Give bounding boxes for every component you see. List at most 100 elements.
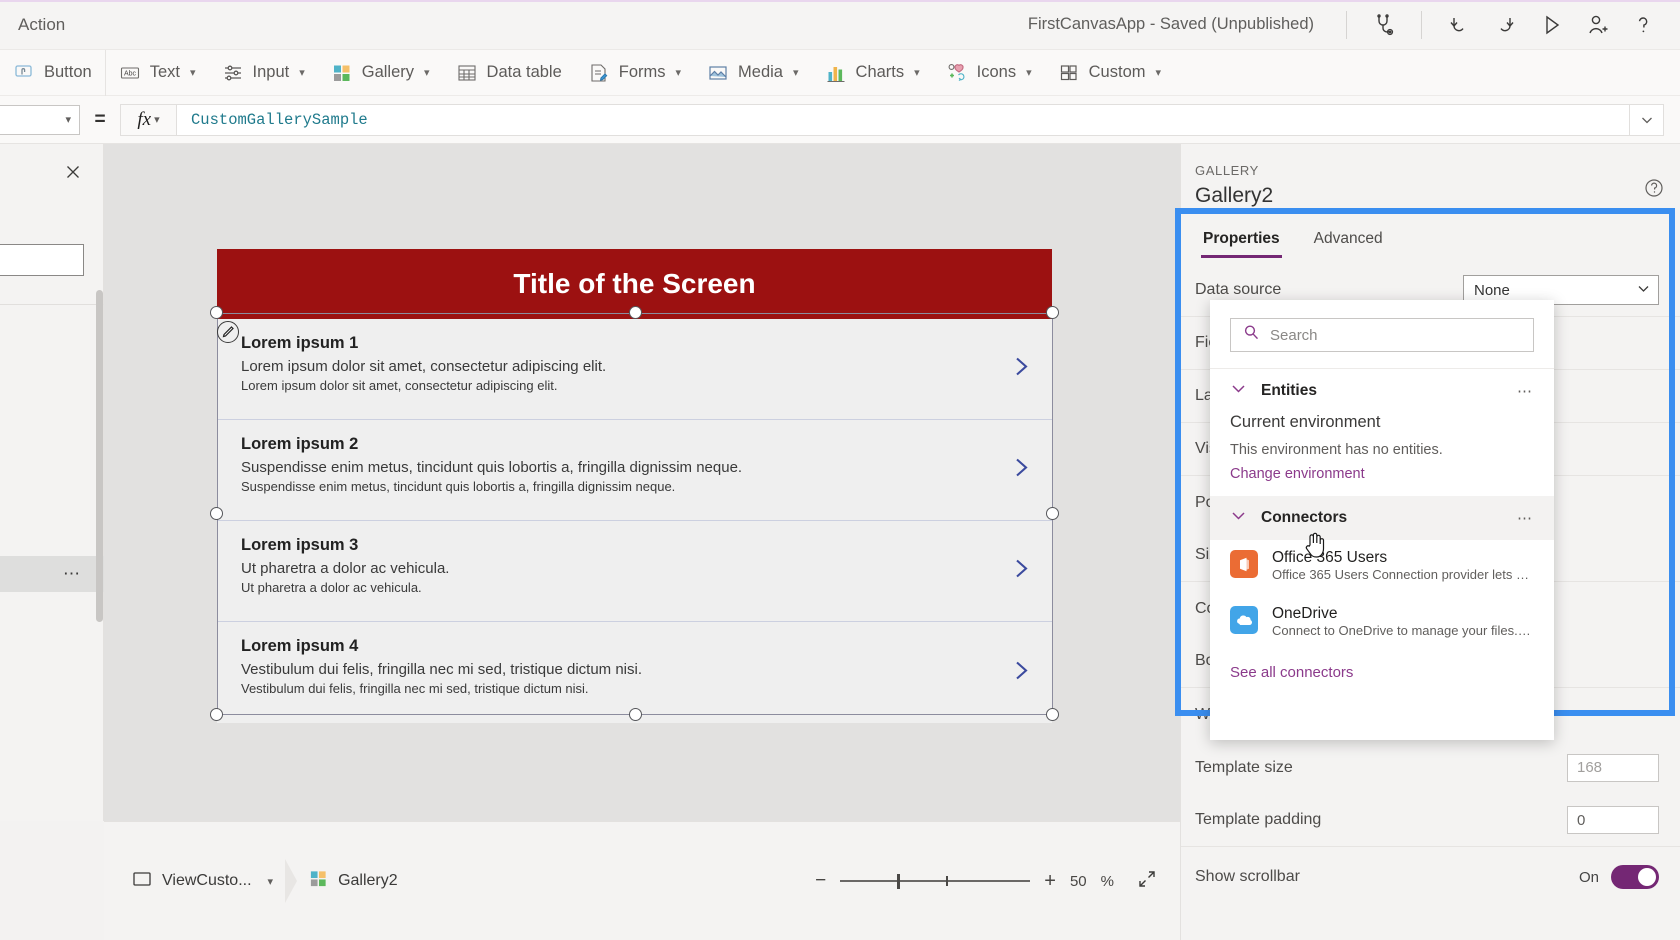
- ribbon-item-media[interactable]: Media ▾: [694, 50, 811, 96]
- ribbon-item-charts[interactable]: Charts ▾: [812, 50, 933, 96]
- input-sliders-icon: [222, 62, 244, 84]
- ribbon-item-forms[interactable]: Forms ▾: [575, 50, 694, 96]
- zoom-slider-rail: [840, 880, 1031, 882]
- resize-handle-bottom-right[interactable]: [1046, 708, 1059, 721]
- divider: [1421, 10, 1422, 39]
- chevron-down-icon: ▾: [914, 67, 920, 79]
- chevron-down-icon: ▾: [1155, 67, 1162, 79]
- ribbon-item-input[interactable]: Input ▾: [209, 50, 318, 96]
- resize-handle-top-right[interactable]: [1046, 306, 1059, 319]
- chevron-down-icon: ▾: [189, 67, 196, 79]
- tab-properties[interactable]: Properties: [1191, 222, 1292, 258]
- canvas-area: Title of the Screen Lorem ipsum 1 Lorem …: [104, 144, 1180, 821]
- chevron-down-icon: [1637, 282, 1650, 299]
- chevron-down-icon[interactable]: ▾: [268, 875, 274, 888]
- entities-heading: Current environment: [1230, 413, 1381, 431]
- overflow-menu-icon[interactable]: ⋯: [1517, 509, 1534, 527]
- divider: [1346, 10, 1347, 39]
- zoom-out-button[interactable]: −: [815, 870, 826, 892]
- resize-handle-bottom-left[interactable]: [210, 708, 223, 721]
- ribbon-item-label: Input: [252, 63, 290, 81]
- zoom-slider[interactable]: [840, 873, 1031, 889]
- panel-tabs: Properties Advanced: [1191, 222, 1395, 258]
- ribbon-item-label: Media: [738, 63, 783, 81]
- ribbon-item-custom[interactable]: Custom ▾: [1045, 50, 1174, 96]
- see-all-connectors-link[interactable]: See all connectors: [1210, 652, 1554, 681]
- zoom-slider-thumb[interactable]: [897, 873, 901, 889]
- help-icon[interactable]: [1642, 176, 1666, 200]
- resize-handle-middle-right[interactable]: [1046, 507, 1059, 520]
- resize-handle-top-left[interactable]: [210, 306, 223, 319]
- gallery-control[interactable]: Lorem ipsum 1 Lorem ipsum dolor sit amet…: [217, 319, 1052, 723]
- redo-icon[interactable]: [1482, 2, 1528, 48]
- ribbon-item-data-table[interactable]: Data table: [443, 50, 575, 96]
- gallery-item-title: Lorem ipsum 2: [241, 435, 359, 453]
- flyout-group-connectors[interactable]: Connectors ⋯: [1210, 496, 1554, 540]
- connector-item-office365-users[interactable]: Office 365 Users Office 365 Users Connec…: [1210, 540, 1554, 596]
- search-icon: [1243, 324, 1260, 346]
- help-icon[interactable]: [1620, 2, 1666, 48]
- formula-expand-chevron-icon[interactable]: [1630, 103, 1664, 136]
- flyout-search-field[interactable]: Search: [1230, 318, 1534, 352]
- flyout-search-placeholder: Search: [1270, 326, 1318, 344]
- entities-message: This environment has no entities.: [1230, 442, 1443, 458]
- change-environment-link[interactable]: Change environment: [1230, 466, 1534, 482]
- tree-scrollbar[interactable]: [96, 290, 103, 622]
- gallery-item[interactable]: Lorem ipsum 3 Ut pharetra a dolor ac veh…: [217, 521, 1052, 622]
- tree-search-input[interactable]: [0, 244, 84, 276]
- breadcrumb-control-label: Gallery2: [338, 872, 398, 889]
- resize-handle-bottom-center[interactable]: [629, 708, 642, 721]
- chevron-down-icon: ▾: [675, 67, 682, 79]
- breadcrumb-screen[interactable]: ViewCusto... ▾: [122, 859, 283, 903]
- gallery-item-title: Lorem ipsum 1: [241, 334, 359, 352]
- text-abc-icon: Abc: [119, 62, 141, 84]
- chevron-right-icon[interactable]: [1008, 657, 1034, 688]
- chevron-right-icon[interactable]: [1008, 556, 1034, 587]
- top-command-bar: Action FirstCanvasApp - Saved (Unpublish…: [0, 0, 1680, 50]
- ribbon-item-button[interactable]: Button: [0, 49, 106, 96]
- chevron-right-icon[interactable]: [1008, 354, 1034, 385]
- app-checker-icon[interactable]: [1361, 2, 1407, 48]
- property-row-template-padding: Template padding 0: [1181, 794, 1680, 847]
- forms-icon: [588, 62, 610, 84]
- button-icon: [13, 62, 35, 84]
- show-scrollbar-toggle[interactable]: [1611, 865, 1659, 889]
- overflow-menu-icon[interactable]: ⋯: [1517, 382, 1534, 400]
- formula-input[interactable]: CustomGallerySample: [176, 103, 1630, 136]
- ribbon-item-label: Icons: [976, 63, 1017, 81]
- resize-handle-top-center[interactable]: [629, 306, 642, 319]
- flyout-group-label: Connectors: [1261, 509, 1348, 526]
- breadcrumb-screen-label: ViewCusto...: [162, 872, 252, 889]
- ribbon-item-text[interactable]: Abc Text ▾: [106, 50, 209, 96]
- chevron-right-icon[interactable]: [1008, 455, 1034, 486]
- status-bar: ViewCusto... ▾ Gallery2 − + 50 %: [104, 821, 1180, 940]
- resize-handle-middle-left[interactable]: [210, 507, 223, 520]
- flyout-group-entities[interactable]: Entities ⋯: [1210, 369, 1554, 413]
- breadcrumb-control[interactable]: Gallery2: [299, 859, 408, 903]
- template-padding-input[interactable]: 0: [1567, 806, 1659, 834]
- connector-item-onedrive[interactable]: OneDrive Connect to OneDrive to manage y…: [1210, 596, 1554, 652]
- ribbon-item-label: Charts: [855, 63, 905, 81]
- tree-item-overflow-menu[interactable]: ⋯: [0, 556, 104, 592]
- fx-button[interactable]: fx ▾: [120, 103, 176, 136]
- preview-play-icon[interactable]: [1528, 2, 1574, 48]
- gallery-item[interactable]: Lorem ipsum 1 Lorem ipsum dolor sit amet…: [217, 319, 1052, 420]
- ribbon-item-icons[interactable]: Icons ▾: [933, 50, 1045, 96]
- icons-shapes-icon: [946, 62, 968, 84]
- onedrive-icon: [1230, 606, 1258, 634]
- gallery-item[interactable]: Lorem ipsum 2 Suspendisse enim metus, ti…: [217, 420, 1052, 521]
- undo-icon[interactable]: [1436, 2, 1482, 48]
- share-user-icon[interactable]: [1574, 2, 1620, 48]
- insert-ribbon: Button Abc Text ▾ Input ▾ Gallery ▾ Data…: [0, 49, 1680, 96]
- ribbon-tab-action[interactable]: Action: [18, 15, 65, 35]
- close-icon[interactable]: [61, 160, 85, 184]
- gallery-item-subtitle: Ut pharetra a dolor ac vehicula.: [241, 560, 450, 577]
- ribbon-item-gallery[interactable]: Gallery ▾: [318, 50, 443, 96]
- formula-value: CustomGallerySample: [191, 110, 368, 129]
- property-selector[interactable]: ▾: [0, 104, 80, 135]
- zoom-in-button[interactable]: +: [1044, 870, 1056, 893]
- tab-advanced[interactable]: Advanced: [1302, 222, 1395, 258]
- template-size-input[interactable]: 168: [1567, 753, 1659, 782]
- fit-to-screen-icon[interactable]: [1136, 868, 1158, 894]
- edit-pen-icon[interactable]: [217, 321, 239, 343]
